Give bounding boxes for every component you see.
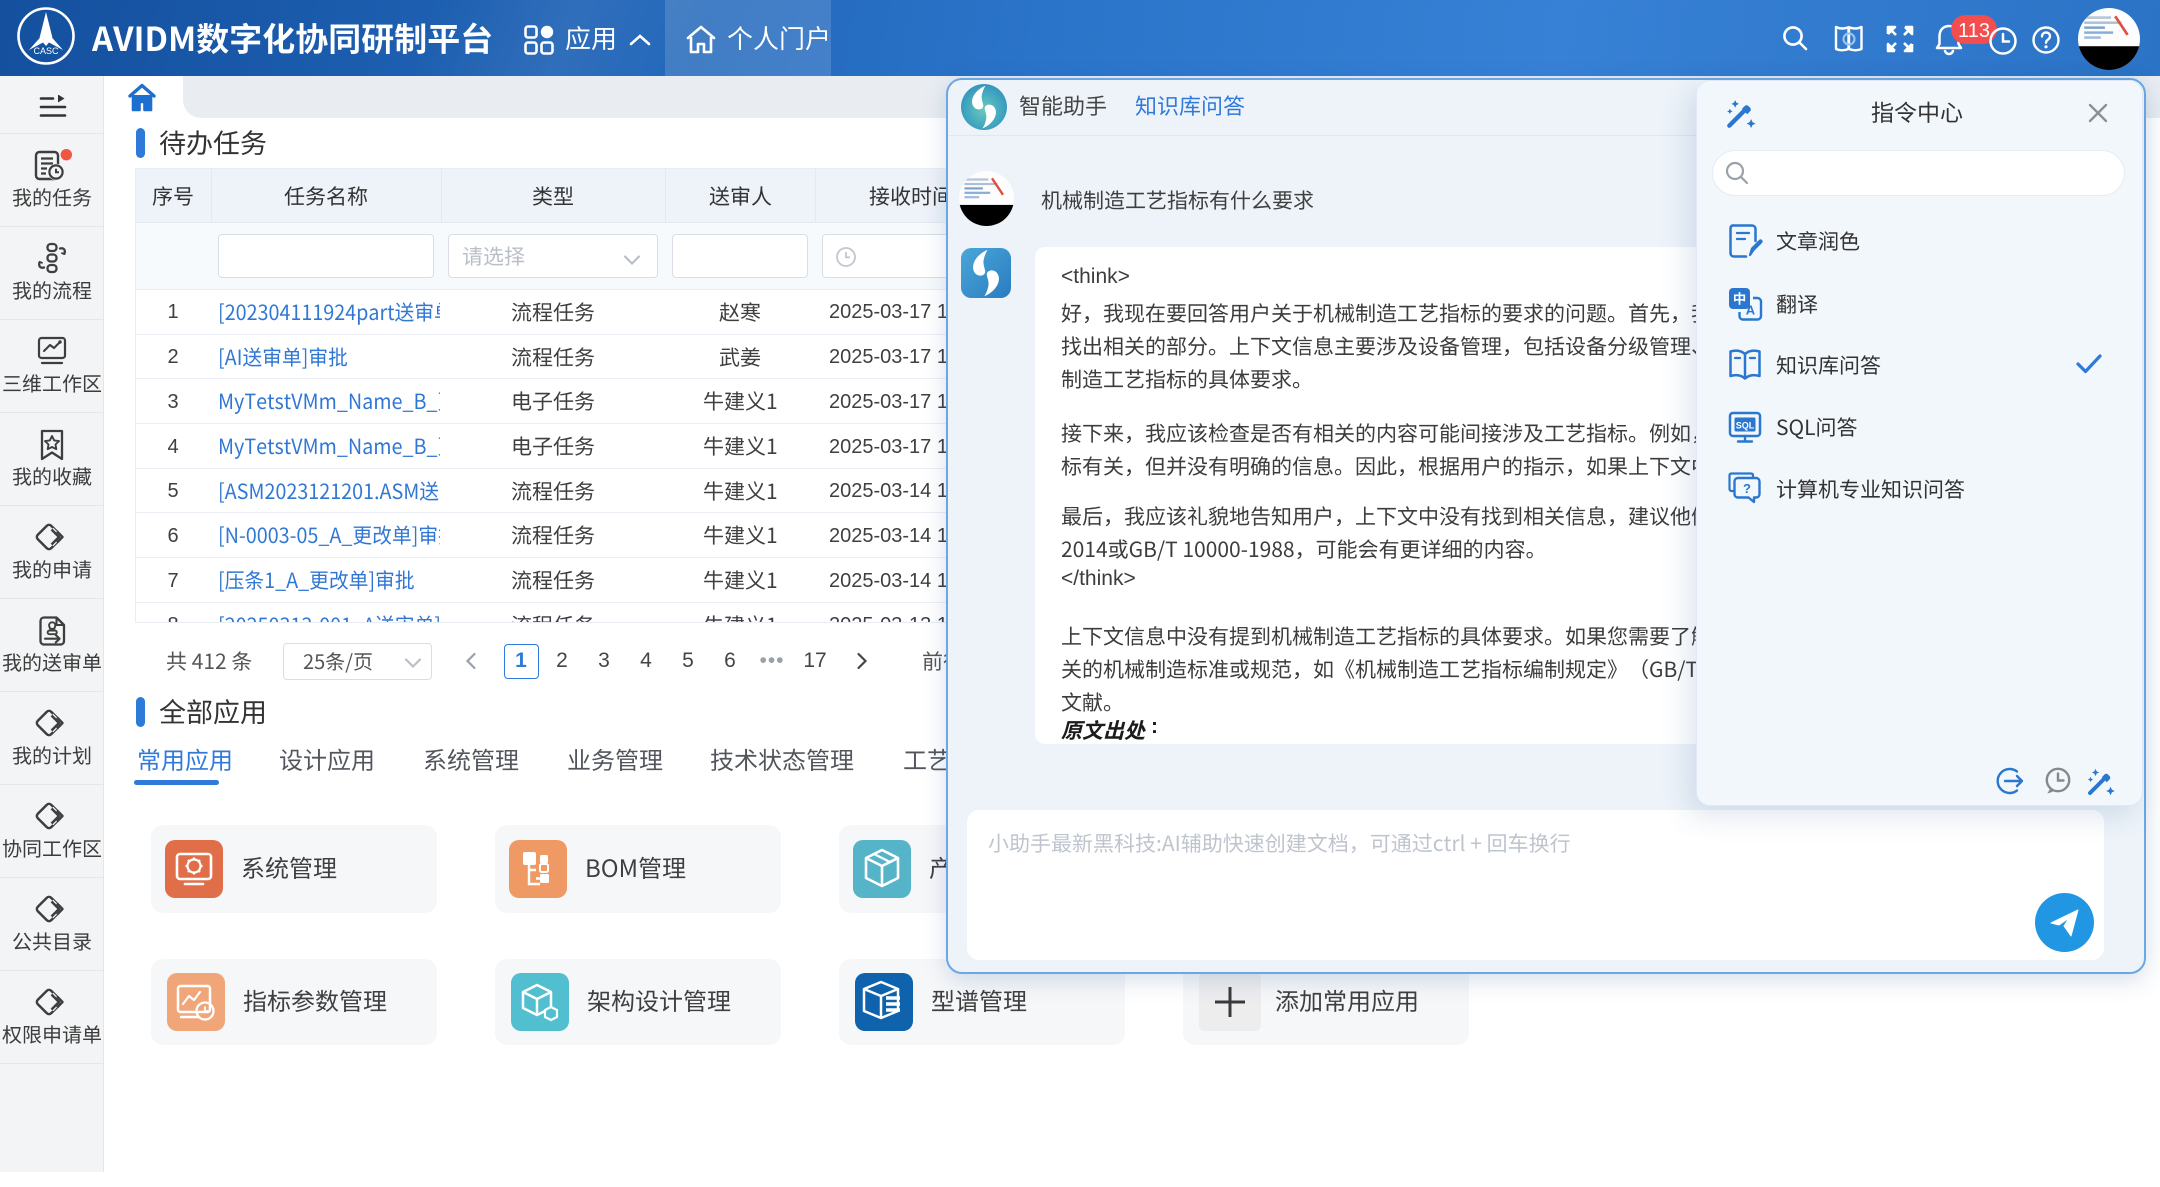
svg-text:A: A xyxy=(1746,303,1756,318)
svg-text:?: ? xyxy=(1743,481,1751,496)
svg-text:SQL: SQL xyxy=(1736,421,1755,431)
svg-text:CASC: CASC xyxy=(33,46,59,56)
